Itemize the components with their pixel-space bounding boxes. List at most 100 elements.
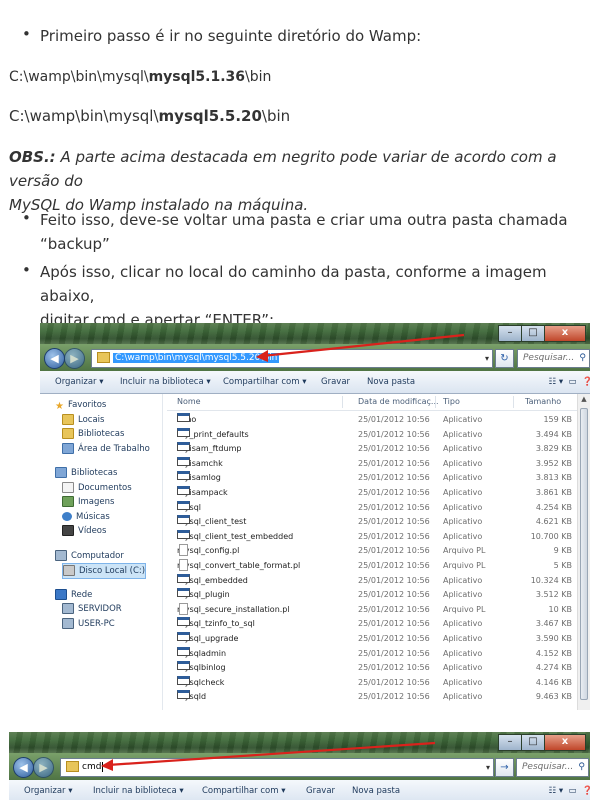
share-with-button[interactable]: Compartilhar com ▾ — [202, 780, 286, 800]
file-row[interactable]: mysql_config.pl 25/01/2012 10:56 Arquivo P… — [167, 544, 578, 559]
file-size: 3.829 KB — [535, 444, 572, 454]
new-folder-button[interactable]: Nova pasta — [352, 780, 400, 800]
file-row[interactable]: myisamlog 25/01/2012 10:56 Aplicativo 3.813… — [167, 471, 578, 486]
bullet-dot: • — [22, 25, 31, 43]
nav-item[interactable]: Bibliotecas — [62, 427, 124, 441]
nav-item[interactable]: Computador — [55, 549, 124, 563]
folder-icon — [66, 761, 79, 772]
file-size: 3.952 KB — [535, 458, 572, 468]
nav-item[interactable]: ★ Favoritos — [55, 398, 106, 412]
nav-item[interactable]: Documentos — [62, 481, 132, 495]
search-input[interactable]: Pesquisar... ⚲ — [517, 349, 590, 368]
file-row[interactable]: mysql_client_test_embedded 25/01/2012 10:… — [167, 529, 578, 545]
nav-item[interactable]: Imagens — [62, 495, 114, 509]
file-row[interactable]: mysqlbinlog 25/01/2012 10:56 Aplicativo 4.2… — [167, 661, 578, 676]
address-row: ◀ ▶ C:\wamp\bin\mysql\mysql5.5.20\bin ▾ … — [40, 344, 590, 371]
include-library-button[interactable]: Incluir na biblioteca ▾ — [93, 780, 184, 800]
pc-icon — [55, 549, 67, 561]
view-options-icons[interactable]: ☷ ▾ ▭ ❓ — [549, 780, 590, 800]
file-row[interactable]: myisamchk 25/01/2012 10:56 Aplicativo 3.952… — [167, 456, 578, 472]
search-input[interactable]: Pesquisar... ⚲ — [516, 758, 589, 777]
maximize-icon[interactable]: □ — [521, 325, 545, 342]
new-folder-button[interactable]: Nova pasta — [367, 371, 415, 393]
obs-label: OBS.: — [9, 148, 56, 166]
burn-button[interactable]: Gravar — [306, 780, 335, 800]
application-icon — [177, 573, 190, 583]
file-date: 25/01/2012 10:56 — [358, 531, 430, 541]
nav-item[interactable]: Músicas — [62, 510, 110, 524]
file-row[interactable]: myisampack 25/01/2012 10:56 Aplicativo 3.86… — [167, 486, 578, 501]
application-icon — [177, 471, 190, 481]
col-size[interactable]: Tamanho — [525, 394, 561, 410]
back-arrow-icon[interactable]: ◀ — [44, 348, 65, 369]
file-type: Aplicativo — [443, 531, 483, 541]
share-with-button[interactable]: Compartilhar com ▾ — [223, 371, 307, 393]
nav-item[interactable]: Rede — [55, 588, 92, 602]
file-size: 9.463 KB — [535, 692, 572, 702]
address-bar[interactable]: cmd ▾ — [60, 758, 494, 777]
file-row[interactable]: mysqld 25/01/2012 10:56 Aplicativo 9.463 KB — [167, 690, 578, 705]
forward-arrow-icon[interactable]: ▶ — [33, 757, 54, 778]
file-name: mysql_config.pl — [177, 544, 239, 559]
file-row[interactable]: mysql_upgrade 25/01/2012 10:56 Aplicativo 3… — [167, 632, 578, 647]
refresh-icon[interactable]: ↻ — [495, 349, 514, 368]
file-row[interactable]: mysql_client_test 25/01/2012 10:56 Aplicat… — [167, 515, 578, 530]
nav-item[interactable]: SERVIDOR — [62, 602, 122, 616]
go-arrow-icon[interactable]: → — [495, 758, 514, 777]
file-date: 25/01/2012 10:56 — [358, 692, 430, 702]
file-row[interactable]: myisam_ftdump 25/01/2012 10:56 Aplicativo 3… — [167, 442, 578, 457]
file-size: 159 KB — [543, 415, 572, 424]
file-icon — [179, 559, 188, 571]
file-row[interactable]: mysqladmin 25/01/2012 10:56 Aplicativo 4.15… — [167, 646, 578, 662]
col-name[interactable]: Nome — [177, 394, 201, 410]
help-icon[interactable]: ❓ — [582, 780, 590, 800]
file-row[interactable]: mysql_convert_table_format.pl 25/01/2012 … — [167, 559, 578, 574]
nav-item[interactable]: USER-PC — [62, 617, 115, 631]
burn-button[interactable]: Gravar — [321, 371, 350, 393]
file-row[interactable]: echo 25/01/2012 10:56 Aplicativo 159 KB — [167, 413, 578, 428]
file-row[interactable]: mysql_tzinfo_to_sql 25/01/2012 10:56 Aplic… — [167, 617, 578, 632]
chevron-down-icon[interactable]: ▾ — [486, 759, 490, 776]
help-icon[interactable]: ❓ — [582, 371, 590, 393]
close-icon[interactable]: x — [544, 325, 586, 342]
organize-button[interactable]: Organizar ▾ — [55, 371, 104, 393]
nav-item[interactable]: Área de Trabalho — [62, 442, 150, 456]
file-size: 3.494 KB — [535, 429, 572, 439]
application-icon — [177, 427, 190, 437]
organize-button[interactable]: Organizar ▾ — [24, 780, 73, 800]
nav-item[interactable]: Disco Local (C:) — [62, 563, 147, 579]
maximize-icon[interactable]: □ — [521, 734, 545, 751]
col-date[interactable]: Data de modificaç... — [358, 394, 439, 410]
file-row[interactable]: mysql_plugin 25/01/2012 10:56 Aplicativo 3.… — [167, 588, 578, 603]
file-row[interactable]: my_print_defaults 25/01/2012 10:56 Aplicat… — [167, 427, 578, 443]
back-arrow-icon[interactable]: ◀ — [13, 757, 34, 778]
vertical-scrollbar[interactable]: ▲ — [577, 394, 590, 710]
explorer-screenshot-2: – □ x ◀ ▶ cmd ▾ → Pesquisar... ⚲ Organiza… — [9, 732, 590, 800]
file-name: mysqld — [177, 690, 206, 705]
application-icon — [177, 486, 190, 495]
file-date: 25/01/2012 10:56 — [358, 502, 430, 512]
view-options-icons[interactable]: ☷ ▾ ▭ ❓ — [549, 371, 590, 393]
nav-item[interactable]: Vídeos — [62, 524, 106, 538]
include-library-button[interactable]: Incluir na biblioteca ▾ — [120, 371, 211, 393]
file-row[interactable]: mysql_secure_installation.pl 25/01/2012 1… — [167, 602, 578, 618]
minimize-icon[interactable]: – — [498, 325, 522, 342]
pc-icon — [62, 617, 74, 629]
file-type: Aplicativo — [443, 517, 483, 527]
close-icon[interactable]: x — [544, 734, 586, 751]
minimize-icon[interactable]: – — [498, 734, 522, 751]
fold-icon — [62, 428, 74, 439]
nav-item[interactable]: Locais — [62, 413, 104, 427]
file-type: Aplicativo — [443, 634, 483, 643]
forward-arrow-icon[interactable]: ▶ — [64, 348, 85, 369]
file-row[interactable]: mysqlcheck 25/01/2012 10:56 Aplicativo 4.14… — [167, 675, 578, 691]
address-bar[interactable]: C:\wamp\bin\mysql\mysql5.5.20\bin ▾ — [91, 349, 493, 368]
explorer-screenshot-1: – □ x ◀ ▶ C:\wamp\bin\mysql\mysql5.5.20\… — [40, 323, 590, 710]
file-row[interactable]: mysql 25/01/2012 10:56 Aplicativo 4.254 KB — [167, 500, 578, 516]
chevron-down-icon[interactable]: ▾ — [485, 350, 489, 367]
nav-item-label: Vídeos — [78, 526, 107, 536]
nav-item[interactable]: Bibliotecas — [55, 466, 117, 480]
col-type[interactable]: Tipo — [443, 394, 460, 410]
file-row[interactable]: mysql_embedded 25/01/2012 10:56 Aplicativo… — [167, 573, 578, 589]
file-size: 4.254 KB — [535, 502, 572, 512]
